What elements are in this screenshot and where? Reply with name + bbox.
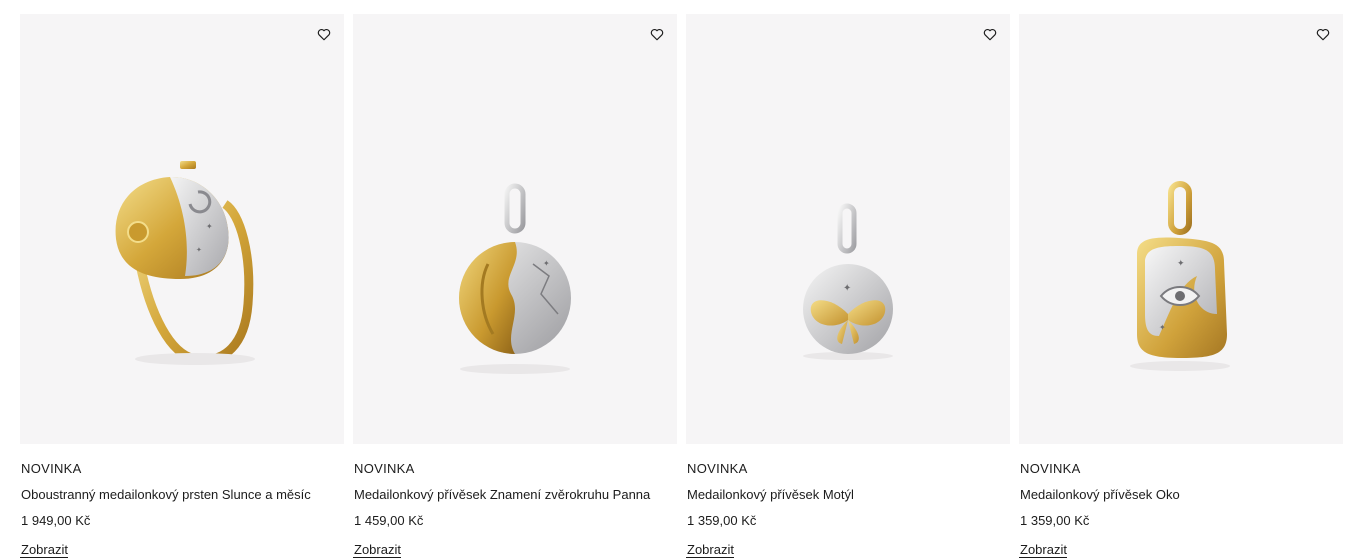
svg-text:✦: ✦ [1177, 258, 1185, 268]
product-price: 1 459,00 Kč [354, 513, 424, 528]
svg-text:✦: ✦ [543, 259, 550, 268]
product-image[interactable]: ✦ [686, 14, 1010, 444]
wishlist-button[interactable] [314, 24, 334, 44]
product-card[interactable]: ✦ NOVINKA Medailonkový přívěsek Motýl 1 … [686, 14, 1010, 559]
product-card[interactable]: ✦ ✦ NOVINKA Oboustranný medailonkový prs… [20, 14, 344, 559]
show-product-link[interactable]: Zobrazit [1019, 542, 1067, 558]
product-name[interactable]: Medailonkový přívěsek Znamení zvěrokruhu… [353, 487, 677, 502]
product-image[interactable]: ✦ ✦ [20, 14, 344, 444]
ring-sun-moon-image: ✦ ✦ [115, 161, 255, 365]
product-image[interactable]: ✦ ✦ [1019, 14, 1343, 444]
heart-icon [650, 28, 664, 40]
butterfly-pendant-image: ✦ [803, 203, 893, 360]
new-badge: NOVINKA [687, 461, 748, 476]
product-image[interactable]: ✦ [353, 14, 677, 444]
svg-text:✦: ✦ [843, 283, 851, 294]
product-name[interactable]: Medailonkový přívěsek Oko [1019, 487, 1343, 502]
show-product-link[interactable]: Zobrazit [686, 542, 734, 558]
new-badge: NOVINKA [1020, 461, 1081, 476]
new-badge: NOVINKA [21, 461, 82, 476]
new-badge: NOVINKA [354, 461, 415, 476]
product-name[interactable]: Oboustranný medailonkový prsten Slunce a… [20, 487, 344, 502]
svg-text:✦: ✦ [206, 222, 213, 231]
product-price: 1 949,00 Kč [21, 513, 91, 528]
product-price: 1 359,00 Kč [687, 513, 757, 528]
product-price: 1 359,00 Kč [1020, 513, 1090, 528]
heart-icon [317, 28, 331, 40]
product-grid: ✦ ✦ NOVINKA Oboustranný medailonkový prs… [20, 14, 1343, 559]
product-name[interactable]: Medailonkový přívěsek Motýl [686, 487, 1010, 502]
show-product-link[interactable]: Zobrazit [353, 542, 401, 558]
wishlist-button[interactable] [647, 24, 667, 44]
heart-icon [983, 28, 997, 40]
svg-text:✦: ✦ [1159, 323, 1166, 332]
heart-icon [1316, 28, 1330, 40]
product-card[interactable]: ✦ NOVINKA Medailonkový přívěsek Znamení … [353, 14, 677, 559]
wishlist-button[interactable] [980, 24, 1000, 44]
virgo-pendant-image: ✦ [459, 183, 571, 374]
wishlist-button[interactable] [1313, 24, 1333, 44]
show-product-link[interactable]: Zobrazit [20, 542, 68, 558]
product-card[interactable]: ✦ ✦ NOVINKA Medailonkový přívěsek Oko 1 … [1019, 14, 1343, 559]
eye-pendant-image: ✦ ✦ [1130, 181, 1230, 371]
svg-text:✦: ✦ [196, 246, 202, 254]
